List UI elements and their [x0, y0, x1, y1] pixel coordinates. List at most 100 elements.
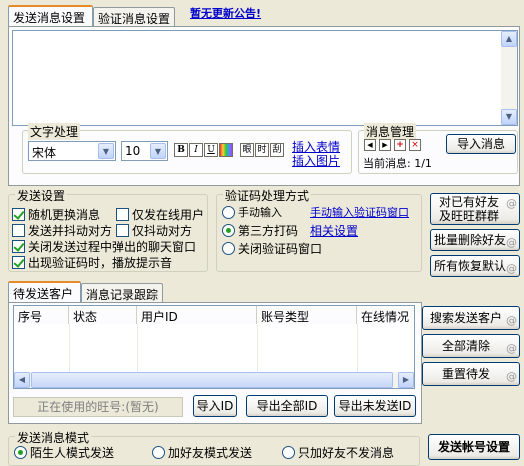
import-id-button[interactable]: 导入ID: [193, 395, 237, 417]
italic-button[interactable]: I: [189, 143, 203, 157]
field-text: 正在使用的旺号:(暂无): [37, 400, 159, 414]
textarea-scrollbar[interactable]: ▲ ▼: [501, 31, 517, 125]
customer-table[interactable]: 序号 状态 用户ID 账号类型 在线情况 ◀ ▶: [13, 305, 415, 389]
group-title: 验证码处理方式: [223, 187, 312, 204]
button-label: 重置待发: [441, 367, 490, 381]
radio-label: 加好友模式发送: [168, 446, 253, 460]
clear-all-button[interactable]: 全部清除 @: [422, 334, 520, 358]
search-customers-button[interactable]: 搜索发送客户 @: [422, 306, 520, 330]
font-value: 宋体: [32, 146, 57, 160]
stranger-mode-radio[interactable]: 陌生人模式发送: [14, 444, 114, 461]
spiral-icon: @: [506, 370, 517, 383]
column-divider: [69, 324, 70, 372]
font-size-value: 10: [125, 144, 141, 158]
captcha-close-radio[interactable]: 关闭验证码窗口: [222, 240, 322, 257]
reset-pending-button[interactable]: 重置待发 @: [422, 362, 520, 386]
tab-send-settings[interactable]: 发送消息设置: [8, 5, 93, 27]
tab-label: 发送消息设置: [13, 11, 86, 25]
only-add-friend-radio[interactable]: 只加好友不发消息: [282, 444, 394, 461]
chevron-down-icon[interactable]: ▼: [98, 143, 114, 159]
checkbox-box[interactable]: [116, 208, 129, 221]
effect-button-1[interactable]: 眼: [240, 143, 254, 157]
prev-message-icon[interactable]: ◀: [364, 139, 376, 151]
restore-default-button[interactable]: 所有恢复默认 @: [430, 255, 520, 277]
announcement-link[interactable]: 暂无更新公告!: [190, 5, 261, 21]
table-horizontal-scrollbar[interactable]: ◀ ▶: [14, 372, 414, 388]
checkbox-box[interactable]: [12, 240, 25, 253]
column-header-account-type[interactable]: 账号类型: [257, 306, 357, 324]
import-message-button[interactable]: 导入消息: [446, 134, 516, 154]
underline-button[interactable]: U: [204, 143, 218, 157]
add-message-icon[interactable]: +: [394, 139, 406, 151]
scroll-right-icon[interactable]: ▶: [398, 372, 414, 388]
color-palette-icon[interactable]: [219, 143, 233, 157]
checkbox-box[interactable]: [12, 256, 25, 269]
tab-verify-settings[interactable]: 验证消息设置: [93, 7, 175, 27]
captcha-manual-radio[interactable]: 手动输入: [222, 204, 282, 220]
radio-circle[interactable]: [222, 224, 235, 237]
column-divider: [257, 324, 258, 372]
button-label: 导入消息: [456, 137, 505, 151]
column-header-status[interactable]: 状态: [69, 306, 137, 324]
column-header-index[interactable]: 序号: [14, 306, 69, 324]
scroll-down-icon[interactable]: ▼: [501, 109, 517, 125]
online-only-checkbox[interactable]: 仅发在线用户: [116, 206, 204, 223]
radio-circle[interactable]: [152, 446, 165, 459]
scroll-up-icon[interactable]: ▲: [501, 31, 517, 47]
tab-label: 待发送客户: [13, 287, 74, 301]
effect-button-3[interactable]: 刮: [270, 143, 284, 157]
column-divider: [137, 324, 138, 372]
message-textarea[interactable]: ▲ ▼: [12, 30, 518, 126]
button-label: 导入ID: [196, 399, 234, 413]
bold-button[interactable]: B: [174, 143, 188, 157]
group-title: 文字处理: [28, 123, 81, 140]
shake-only-checkbox[interactable]: 仅抖动对方: [116, 222, 192, 239]
button-label: 对已有好友及旺旺群群发: [438, 195, 499, 224]
account-settings-button[interactable]: 发送帐号设置: [428, 434, 520, 460]
captcha-third-party-radio[interactable]: 第三方打码: [222, 222, 298, 239]
font-select[interactable]: 宋体 ▼: [28, 141, 116, 161]
batch-delete-friends-button[interactable]: 批量删除好友 @: [430, 229, 520, 251]
tab-message-log[interactable]: 消息记录跟踪: [81, 283, 163, 303]
font-size-select[interactable]: 10 ▼: [121, 141, 168, 161]
column-header-user-id[interactable]: 用户ID: [137, 306, 257, 324]
mass-send-friends-button[interactable]: 对已有好友及旺旺群群发 @: [430, 193, 520, 225]
scroll-left-icon[interactable]: ◀: [14, 372, 30, 388]
export-unsent-id-button[interactable]: 导出未发送ID: [334, 395, 416, 417]
related-settings-link[interactable]: 相关设置: [310, 222, 358, 239]
wangwang-id-field: 正在使用的旺号:(暂无): [13, 397, 183, 417]
checkbox-box[interactable]: [12, 208, 25, 221]
chevron-down-icon[interactable]: ▼: [150, 143, 166, 159]
radio-circle[interactable]: [282, 446, 295, 459]
insert-image-link[interactable]: 插入图片: [292, 152, 340, 169]
next-message-icon[interactable]: ▶: [379, 139, 391, 151]
button-label: 导出全部ID: [256, 399, 318, 413]
add-friend-mode-radio[interactable]: 加好友模式发送: [152, 444, 252, 461]
scroll-thumb[interactable]: [31, 372, 393, 388]
checkbox-box[interactable]: [12, 224, 25, 237]
tab-pending-customers[interactable]: 待发送客户: [8, 281, 81, 303]
captcha-sound-checkbox[interactable]: 出现验证码时，播放提示音: [12, 254, 172, 271]
export-all-id-button[interactable]: 导出全部ID: [246, 395, 328, 417]
button-label: 发送帐号设置: [437, 440, 510, 454]
tab-label: 消息记录跟踪: [86, 288, 159, 302]
radio-circle[interactable]: [222, 242, 235, 255]
send-and-shake-checkbox[interactable]: 发送并抖动对方: [12, 222, 112, 239]
manual-captcha-window-link[interactable]: 手动输入验证码窗口: [310, 204, 409, 220]
checkbox-box[interactable]: [116, 224, 129, 237]
radio-label: 陌生人模式发送: [30, 446, 115, 460]
current-message-label: 当前消息: 1/1: [363, 155, 432, 171]
underline-label: U: [207, 145, 215, 155]
close-chat-window-checkbox[interactable]: 关闭发送过程中弹出的聊天窗口: [12, 238, 196, 255]
effect-button-2[interactable]: 时: [255, 143, 269, 157]
button-label: 搜索发送客户: [429, 311, 502, 325]
spiral-icon: @: [506, 342, 517, 355]
radio-circle[interactable]: [222, 205, 235, 219]
delete-message-icon[interactable]: ×: [409, 139, 421, 151]
radio-label: 第三方打码: [238, 224, 299, 238]
checkbox-label: 出现验证码时，播放提示音: [28, 256, 173, 270]
radio-circle[interactable]: [14, 446, 27, 459]
spiral-icon: @: [506, 262, 517, 275]
random-message-checkbox[interactable]: 随机更换消息: [12, 206, 100, 223]
column-header-online-status[interactable]: 在线情况: [357, 306, 414, 324]
